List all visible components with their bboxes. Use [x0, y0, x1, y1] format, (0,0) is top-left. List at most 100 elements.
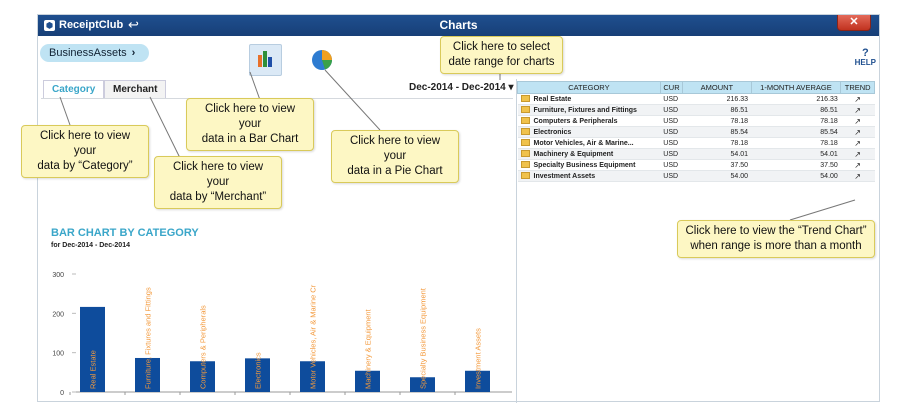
cell-currency: USD — [660, 104, 683, 116]
col-header-category[interactable]: CATEGORY — [517, 81, 661, 94]
callout-line: Click here to view your — [172, 161, 264, 188]
cell-currency: USD — [660, 159, 683, 171]
col-header-trend[interactable]: TREND — [840, 81, 875, 94]
folder-icon — [520, 106, 530, 113]
callout-line: Click here to view your — [204, 103, 296, 130]
cell-amount: 78.18 — [682, 115, 752, 127]
col-header-amount[interactable]: AMOUNT — [682, 81, 752, 94]
callout-line: data in a Bar Chart — [201, 133, 299, 145]
help-icon: ? — [861, 47, 869, 59]
callout-line: when range is more than a month — [690, 240, 862, 252]
cell-category: Furniture, Fixtures and Fittings — [517, 104, 661, 116]
table-row[interactable]: Motor Vehicles, Air & Marine... USD 78.18 7… — [517, 137, 875, 149]
table-row[interactable]: Specialty Business Equipment USD 37.50 37.5… — [517, 159, 875, 171]
cell-average: 54.01 — [751, 148, 841, 160]
category-table: CATEGORY CUR AMOUNT 1-MONTH AVERAGE TREN… — [517, 81, 875, 182]
trend-chart-icon[interactable]: ↗ — [840, 126, 875, 138]
category-label: Motor Vehicles, Air & Marine... — [533, 140, 634, 147]
category-label: Machinery & Equipment — [364, 308, 373, 389]
pie-chart-button[interactable] — [309, 47, 335, 73]
cell-currency: USD — [660, 170, 683, 182]
col-header-cur[interactable]: CUR — [659, 81, 684, 94]
cell-category: Investment Assets — [517, 170, 661, 182]
cell-category: Specialty Business Equipment — [517, 159, 661, 171]
category-label: Investment Assets — [474, 328, 483, 389]
cell-category: Motor Vehicles, Air & Marine... — [517, 137, 661, 149]
category-label: Furniture, Fixtures and Fittings — [144, 287, 153, 389]
chart-subtitle: for Dec-2014 - Dec-2014 — [51, 242, 130, 249]
y-tick-label: 200 — [52, 311, 64, 318]
cell-currency: USD — [660, 115, 683, 127]
chevron-down-icon: ▾ — [508, 82, 514, 93]
cell-currency: USD — [660, 137, 683, 149]
bar-chart-icon — [268, 57, 272, 67]
trend-chart-icon[interactable]: ↗ — [840, 137, 875, 149]
y-tick-label: 100 — [52, 351, 64, 358]
tab-merchant[interactable]: Merchant — [104, 80, 167, 98]
table-row[interactable]: Machinery & Equipment USD 54.01 54.01 ↗ — [517, 148, 875, 160]
bar-chart-icon — [263, 51, 267, 67]
cell-average: 216.33 — [751, 93, 841, 105]
cell-amount: 85.54 — [682, 126, 752, 138]
category-label: Specialty Business Equipment — [419, 287, 428, 389]
trend-chart-icon[interactable]: ↗ — [840, 159, 875, 171]
callout-line: Click here to view the “Trend Chart” — [685, 225, 867, 237]
category-label: Real Estate — [89, 350, 98, 389]
trend-chart-icon[interactable]: ↗ — [840, 148, 875, 160]
date-range-value: Dec-2014 - Dec-2014 — [409, 82, 506, 93]
cell-category: Computers & Peripherals — [517, 115, 661, 127]
cell-category: Machinery & Equipment — [517, 148, 661, 160]
folder-icon — [520, 117, 530, 124]
callout-line: date range for charts — [448, 56, 555, 68]
help-button[interactable]: ? HELP — [854, 47, 876, 68]
trend-chart-icon[interactable]: ↗ — [840, 170, 875, 182]
trend-chart-icon[interactable]: ↗ — [840, 93, 875, 105]
cell-average: 37.50 — [751, 159, 841, 171]
callout-line: Click here to view your — [349, 135, 441, 162]
table-row[interactable]: Furniture, Fixtures and Fittings USD 86.51… — [517, 104, 875, 116]
chevron-right-icon: › — [131, 47, 136, 59]
cell-category: Real Estate — [517, 93, 661, 105]
folder-icon — [520, 150, 530, 157]
callout-line: data by “Merchant” — [169, 191, 267, 203]
cell-amount: 86.51 — [682, 104, 752, 116]
tab-category[interactable]: Category — [43, 80, 105, 98]
table-row[interactable]: Investment Assets USD 54.00 54.00 ↗ — [517, 170, 875, 182]
table-row[interactable]: Computers & Peripherals USD 78.18 78.18 ↗ — [517, 115, 875, 127]
category-label: Electronics — [254, 352, 263, 389]
category-label: Machinery & Equipment — [533, 151, 614, 158]
callout-line: data in a Pie Chart — [347, 165, 443, 177]
category-label: Computers & Peripherals — [533, 118, 618, 125]
cell-average: 78.18 — [751, 137, 841, 149]
close-icon[interactable]: ✕ — [837, 15, 871, 31]
date-range-select[interactable]: Dec-2014 - Dec-2014 ▾ — [409, 82, 514, 93]
table-header-row: CATEGORY CUR AMOUNT 1-MONTH AVERAGE TREN… — [517, 81, 875, 94]
cell-currency: USD — [660, 148, 683, 160]
pie-slice-icon — [322, 50, 332, 60]
cell-amount: 54.00 — [682, 170, 752, 182]
cell-amount: 54.01 — [682, 148, 752, 160]
category-label: Investment Assets — [533, 173, 596, 180]
category-label: Electronics — [533, 129, 572, 136]
table-row[interactable]: Real Estate USD 216.33 216.33 ↗ — [517, 93, 875, 105]
trend-chart-icon[interactable]: ↗ — [840, 115, 875, 127]
category-label: Specialty Business Equipment — [533, 162, 636, 169]
folder-icon — [520, 95, 530, 102]
title-bar: ⬢ ReceiptClub ↩ Charts ✕ — [38, 15, 879, 36]
cell-currency: USD — [660, 93, 683, 105]
help-label: HELP — [854, 58, 876, 67]
breadcrumb[interactable]: BusinessAssets › — [40, 44, 150, 62]
callout-trend: Click here to view the “Trend Chart” when… — [677, 220, 875, 258]
col-header-average[interactable]: 1-MONTH AVERAGE — [750, 81, 842, 94]
cell-average: 86.51 — [751, 104, 841, 116]
cell-average: 85.54 — [751, 126, 841, 138]
folder-icon — [520, 139, 530, 146]
callout-merchant: Click here to view your data by “Merchant… — [154, 156, 282, 209]
trend-chart-icon[interactable]: ↗ — [840, 104, 875, 116]
cell-amount: 216.33 — [682, 93, 752, 105]
bar-chart-button[interactable] — [249, 44, 282, 76]
folder-icon — [520, 161, 530, 168]
table-row[interactable]: Electronics USD 85.54 85.54 ↗ — [517, 126, 875, 138]
folder-icon — [520, 172, 530, 179]
window-title: Charts — [439, 18, 478, 32]
